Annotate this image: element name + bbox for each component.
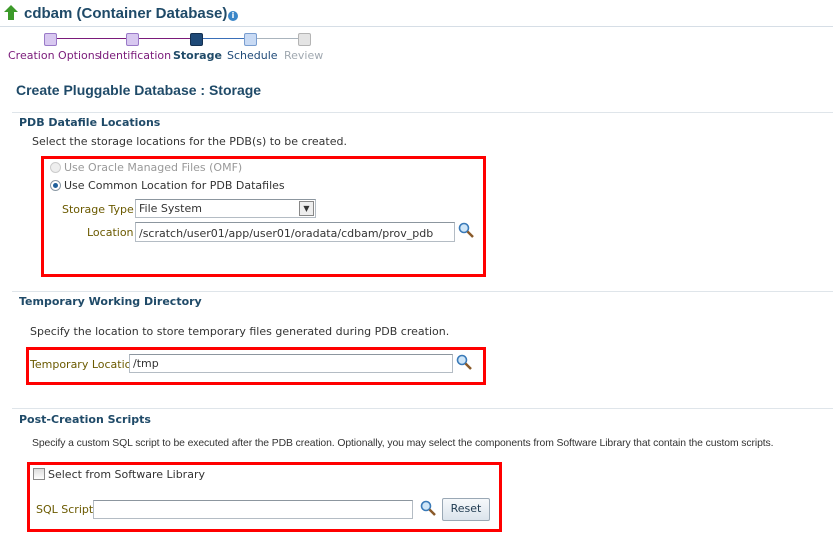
train-step-identification[interactable] bbox=[126, 33, 139, 46]
train-connector bbox=[255, 38, 299, 39]
sql-script-input[interactable] bbox=[93, 500, 413, 519]
section-heading-tempdir: Temporary Working Directory bbox=[19, 295, 202, 308]
software-library-checkbox-label[interactable]: Select from Software Library bbox=[48, 468, 205, 481]
train-label-review: Review bbox=[284, 49, 324, 62]
train-step-schedule[interactable] bbox=[244, 33, 257, 46]
omf-radio bbox=[50, 162, 61, 173]
train-step-review bbox=[298, 33, 311, 46]
search-icon[interactable] bbox=[420, 500, 436, 516]
software-library-checkbox[interactable] bbox=[33, 468, 45, 480]
train-label-creation-options[interactable]: Creation Options bbox=[8, 49, 100, 62]
up-arrow-icon[interactable] bbox=[4, 5, 18, 21]
omf-radio-label: Use Oracle Managed Files (OMF) bbox=[64, 161, 243, 174]
temporary-location-input[interactable]: /tmp bbox=[129, 354, 453, 373]
storage-type-select[interactable]: File System ▼ bbox=[135, 199, 316, 218]
reset-button[interactable]: Reset bbox=[442, 498, 490, 521]
search-icon[interactable] bbox=[456, 354, 472, 370]
common-location-radio-label[interactable]: Use Common Location for PDB Datafiles bbox=[64, 179, 285, 192]
divider bbox=[12, 291, 833, 292]
train-label-storage: Storage bbox=[173, 49, 222, 62]
section-heading-scripts: Post-Creation Scripts bbox=[19, 413, 151, 426]
train-step-storage bbox=[190, 33, 203, 46]
train-connector bbox=[55, 38, 127, 39]
location-input[interactable]: /scratch/user01/app/user01/oradata/cdbam… bbox=[135, 222, 455, 242]
train-label-identification[interactable]: Identification bbox=[99, 49, 171, 62]
storage-type-value: File System bbox=[139, 202, 202, 215]
tempdir-description: Specify the location to store temporary … bbox=[30, 325, 450, 338]
page-title: Create Pluggable Database : Storage bbox=[16, 82, 262, 98]
sql-script-label: SQL Script bbox=[36, 503, 94, 516]
location-label: Location bbox=[87, 226, 134, 239]
section-heading-datafile: PDB Datafile Locations bbox=[19, 116, 161, 129]
divider bbox=[12, 408, 833, 409]
info-icon[interactable]: i bbox=[228, 11, 238, 21]
search-icon[interactable] bbox=[458, 222, 474, 238]
train-connector bbox=[137, 38, 191, 39]
chevron-down-icon[interactable]: ▼ bbox=[299, 201, 314, 216]
temporary-location-label: Temporary Location bbox=[30, 358, 139, 371]
datafile-description: Select the storage locations for the PDB… bbox=[32, 135, 347, 148]
common-location-radio[interactable] bbox=[50, 180, 61, 191]
train-connector bbox=[201, 38, 245, 39]
train-label-schedule[interactable]: Schedule bbox=[227, 49, 278, 62]
train-step-creation-options[interactable] bbox=[44, 33, 57, 46]
divider bbox=[12, 112, 833, 113]
divider bbox=[0, 26, 833, 27]
storage-type-label: Storage Type bbox=[62, 203, 134, 216]
scripts-description: Specify a custom SQL script to be execut… bbox=[32, 438, 774, 449]
page-header-title: cdbam (Container Database) bbox=[24, 5, 228, 22]
